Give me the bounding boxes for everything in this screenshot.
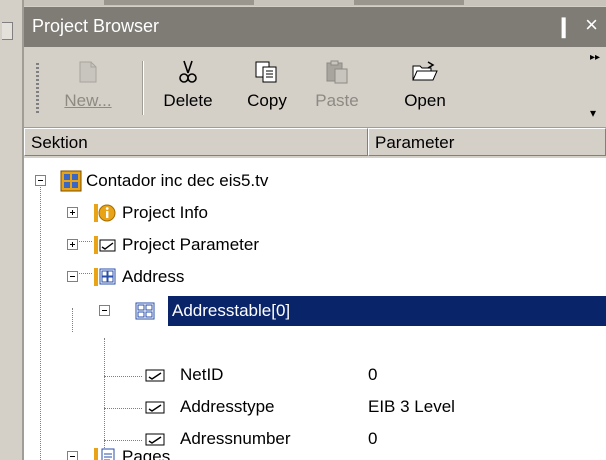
collapse-icon[interactable] <box>35 175 46 186</box>
tree-node-label: Project Parameter <box>122 235 259 254</box>
tree-node-label: Addresstype <box>180 397 275 416</box>
tree-node-address[interactable]: Address <box>24 262 606 294</box>
project-icon <box>60 170 82 192</box>
tree-node-label: Contador inc dec eis5.tv <box>86 171 269 190</box>
expand-icon[interactable] <box>67 207 78 218</box>
copy-icon <box>255 61 277 83</box>
toolbar-overflow-button[interactable]: ▸▸ ▾ <box>590 52 602 120</box>
info-icon <box>94 204 116 222</box>
new-button[interactable]: New... <box>52 57 124 111</box>
top-tab-strip <box>24 0 606 6</box>
delete-button[interactable]: Delete <box>152 57 224 111</box>
panel-title: Project Browser <box>32 16 160 36</box>
collapse-icon[interactable] <box>67 451 78 460</box>
project-tree: Contador inc dec eis5.tv Project Info Pr… <box>24 158 606 460</box>
panel-titlebar: Project Browser ❙ × <box>24 7 606 47</box>
parameter-value[interactable]: EIB 3 Level <box>368 397 455 417</box>
tree-node-label: Address <box>122 267 185 286</box>
parameter-value[interactable]: 0 <box>368 365 377 385</box>
delete-button-label: Delete <box>163 91 213 110</box>
tree-node-label: Project Info <box>122 203 208 222</box>
tree-node-addresstable[interactable]: Addresstable[0] <box>24 296 606 328</box>
paste-icon <box>326 60 348 84</box>
column-headers: Sektion Parameter <box>24 128 606 158</box>
tree-node-root[interactable]: Contador inc dec eis5.tv <box>24 166 606 198</box>
collapse-icon[interactable] <box>99 305 110 316</box>
tree-node-netid[interactable]: NetID 0 <box>24 360 606 392</box>
collapse-icon[interactable] <box>67 271 78 282</box>
toolbar-grip[interactable] <box>36 63 39 115</box>
open-folder-icon <box>412 61 438 81</box>
toolbar: New... Delete Copy Paste Open ▸▸ ▾ <box>24 47 606 128</box>
table-icon <box>135 302 155 320</box>
tree-node-project-parameter[interactable]: Project Parameter <box>24 230 606 262</box>
toolbar-separator <box>142 61 144 115</box>
tree-node-label: NetID <box>180 365 224 384</box>
chevron-right-icon: ▸▸ <box>590 52 601 63</box>
paste-button[interactable]: Paste <box>304 57 370 111</box>
expand-icon[interactable] <box>67 239 78 250</box>
tree-node-project-info[interactable]: Project Info <box>24 198 606 230</box>
tree-node-label: Pages <box>122 447 171 460</box>
scissors-icon <box>179 60 197 83</box>
pin-icon[interactable]: ❙ <box>555 14 572 39</box>
new-document-icon <box>79 61 97 83</box>
column-header-section[interactable]: Sektion <box>24 128 368 156</box>
tree-node-pages[interactable]: Pages <box>24 442 606 460</box>
open-button-label: Open <box>404 91 446 110</box>
dock-tab[interactable] <box>2 22 13 40</box>
open-button[interactable]: Open <box>392 57 458 111</box>
copy-button-label: Copy <box>247 91 287 110</box>
parameter-icon <box>94 236 116 254</box>
new-button-label: New... <box>64 91 112 110</box>
tree-node-label: Addresstable[0] <box>168 299 295 323</box>
pages-icon <box>94 448 115 460</box>
left-dock-strip <box>0 0 24 460</box>
chevron-down-icon: ▾ <box>590 106 597 120</box>
copy-button[interactable]: Copy <box>236 57 298 111</box>
address-icon <box>94 268 116 286</box>
parameter-icon <box>145 401 165 414</box>
close-icon[interactable]: × <box>585 12 598 38</box>
paste-button-label: Paste <box>315 91 359 110</box>
tree-node-addresstype[interactable]: Addresstype EIB 3 Level <box>24 392 606 424</box>
parameter-icon <box>145 369 165 382</box>
column-header-parameter[interactable]: Parameter <box>368 128 606 156</box>
